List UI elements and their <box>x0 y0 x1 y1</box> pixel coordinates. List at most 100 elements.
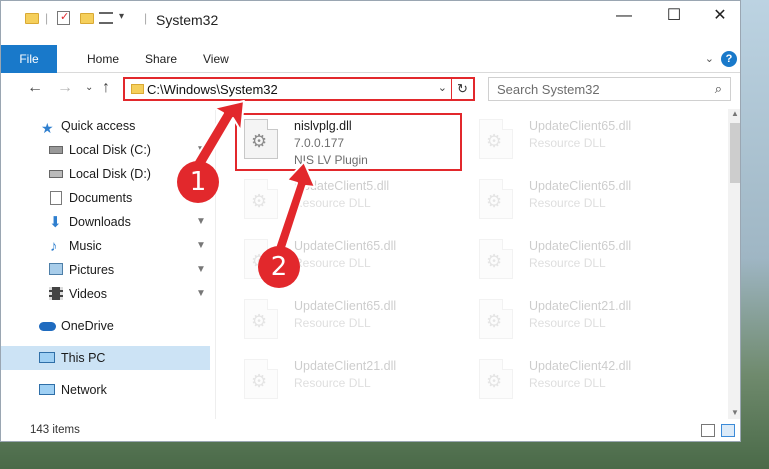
file-description: Resource DLL <box>294 376 371 390</box>
file-name: UpdateClient65.dll <box>294 239 397 253</box>
new-folder-icon[interactable] <box>80 13 94 24</box>
vertical-scrollbar[interactable]: ▲ ▼ <box>728 109 740 419</box>
status-bar: 143 items <box>1 419 740 441</box>
file-item[interactable]: ⚙ UpdateClient65.dll Resource DLL <box>236 293 471 351</box>
sidebar-item-downloads[interactable]: ⬇ Downloads ▼ <box>1 210 210 234</box>
refresh-icon[interactable]: ↻ <box>451 79 473 99</box>
file-item[interactable]: ⚙ UpdateClient21.dll Resource DLL <box>471 293 706 351</box>
file-name: UpdateClient65.dll <box>529 239 632 253</box>
pin-icon[interactable]: ▼ <box>196 234 206 258</box>
tab-view[interactable]: View <box>203 45 229 73</box>
maximize-button[interactable]: ☐ <box>651 1 697 31</box>
file-name: UpdateClient5.dll <box>294 179 390 193</box>
item-count: 143 items <box>30 424 80 436</box>
file-item[interactable]: ⚙ UpdateClient42.dll Resource DLL <box>471 353 706 411</box>
file-name: UpdateClient65.dll <box>529 179 632 193</box>
sidebar-item-network[interactable]: Network <box>1 378 210 402</box>
pin-icon[interactable]: ▼ <box>196 210 206 234</box>
cloud-icon <box>39 322 56 331</box>
drive-icon <box>49 170 63 178</box>
back-arrow-icon[interactable]: ← <box>27 79 43 97</box>
separator: | <box>144 11 148 25</box>
pin-icon[interactable]: ▼ <box>196 258 206 282</box>
tab-home[interactable]: Home <box>87 45 119 73</box>
drive-icon <box>49 146 63 154</box>
help-icon[interactable]: ? <box>721 51 737 67</box>
file-name: UpdateClient21.dll <box>294 359 397 373</box>
music-icon: ♪ <box>50 238 58 255</box>
file-item[interactable]: ⚙ UpdateClient65.dll Resource DLL <box>471 173 706 231</box>
sidebar-item-videos[interactable]: Videos ▼ <box>1 282 210 306</box>
file-description: Resource DLL <box>294 256 371 270</box>
address-path[interactable]: C:\Windows\System32 <box>147 82 278 97</box>
sidebar-item-label: Music <box>69 239 102 253</box>
file-name: UpdateClient65.dll <box>294 299 397 313</box>
scroll-up-icon[interactable]: ▲ <box>731 109 739 118</box>
pane-splitter[interactable] <box>215 109 216 419</box>
sidebar-item-onedrive[interactable]: OneDrive <box>1 314 210 338</box>
close-button[interactable]: ✕ <box>697 1 740 31</box>
sidebar-item-label: OneDrive <box>61 319 114 333</box>
navigation-pane: ★ Quick access Local Disk (C:) ▼ Local D… <box>1 109 210 419</box>
file-item[interactable]: ⚙ UpdateClient5.dll Resource DLL <box>236 173 471 231</box>
folder-icon <box>131 84 144 94</box>
sidebar-item-music[interactable]: ♪ Music ▼ <box>1 234 210 258</box>
explorer-window: | ✓ ▾ | System32 — ☐ ✕ File Home Share V… <box>0 0 741 442</box>
computer-icon <box>39 352 55 363</box>
properties-icon[interactable]: ✓ <box>57 11 70 25</box>
file-item[interactable]: ⚙ UpdateClient21.dll Resource DLL <box>236 353 471 411</box>
sidebar-item-label: Videos <box>69 287 107 301</box>
search-input[interactable]: Search System32 ⌕ <box>488 77 731 101</box>
documents-icon <box>50 191 62 205</box>
sidebar-item-label: Local Disk (C:) <box>69 143 151 157</box>
dll-file-icon: ⚙ <box>479 299 513 339</box>
details-view-icon[interactable] <box>701 424 715 437</box>
file-description: Resource DLL <box>294 196 371 210</box>
sidebar-item-label: Documents <box>69 191 133 205</box>
pictures-icon <box>49 263 63 275</box>
dll-file-icon: ⚙ <box>479 239 513 279</box>
tiles-view-icon[interactable] <box>721 424 735 437</box>
title-bar: | ✓ ▾ | System32 — ☐ ✕ <box>1 1 740 37</box>
pin-icon[interactable]: ▼ <box>196 282 206 306</box>
tab-share[interactable]: Share <box>145 45 177 73</box>
dll-file-icon: ⚙ <box>479 179 513 219</box>
file-description: Resource DLL <box>529 136 606 150</box>
up-arrow-icon[interactable]: ↑ <box>102 79 110 97</box>
search-icon[interactable]: ⌕ <box>715 81 722 97</box>
download-icon: ⬇ <box>49 214 62 231</box>
network-icon <box>39 384 55 395</box>
scroll-thumb[interactable] <box>730 123 740 183</box>
file-name: UpdateClient65.dll <box>529 119 632 133</box>
dll-file-icon: ⚙ <box>244 359 278 399</box>
sidebar-item-label: Quick access <box>61 119 136 133</box>
ribbon-expand-icon[interactable]: ⌄ <box>705 52 714 65</box>
step-marker-2: 2 <box>258 246 300 288</box>
file-item[interactable]: ⚙ UpdateClient65.dll Resource DLL <box>471 113 706 171</box>
recent-locations-icon[interactable]: ⌄ <box>85 82 93 93</box>
qat-dropdown-icon[interactable]: ▾ <box>119 11 124 22</box>
sidebar-item-label: This PC <box>61 351 106 365</box>
address-bar[interactable]: C:\Windows\System32 ⌄ ↻ <box>123 77 475 101</box>
forward-arrow-icon[interactable]: → <box>57 79 73 97</box>
file-name: UpdateClient21.dll <box>529 299 632 313</box>
address-dropdown-icon[interactable]: ⌄ <box>438 81 447 94</box>
minimize-button[interactable]: — <box>601 1 647 31</box>
customize-qat-icon[interactable] <box>99 12 113 24</box>
tab-file[interactable]: File <box>1 45 57 73</box>
sidebar-item-label: Pictures <box>69 263 115 277</box>
sidebar-item-local-disk-c[interactable]: Local Disk (C:) ▼ <box>1 138 210 162</box>
file-description: Resource DLL <box>529 376 606 390</box>
file-item[interactable]: ⚙ UpdateClient65.dll Resource DLL <box>471 233 706 291</box>
sidebar-item-label: Local Disk (D:) <box>69 167 151 181</box>
file-description: Resource DLL <box>529 256 606 270</box>
scroll-down-icon[interactable]: ▼ <box>731 408 739 417</box>
ribbon-tabs: File Home Share View ⌄ ? <box>1 45 740 73</box>
file-description: Resource DLL <box>294 316 371 330</box>
folder-icon <box>25 13 39 24</box>
dll-file-icon: ⚙ <box>244 179 278 219</box>
sidebar-item-pictures[interactable]: Pictures ▼ <box>1 258 210 282</box>
sidebar-item-quick-access[interactable]: ★ Quick access <box>1 114 210 138</box>
pin-icon[interactable]: ▼ <box>196 138 206 162</box>
sidebar-item-this-pc[interactable]: This PC <box>1 346 210 370</box>
